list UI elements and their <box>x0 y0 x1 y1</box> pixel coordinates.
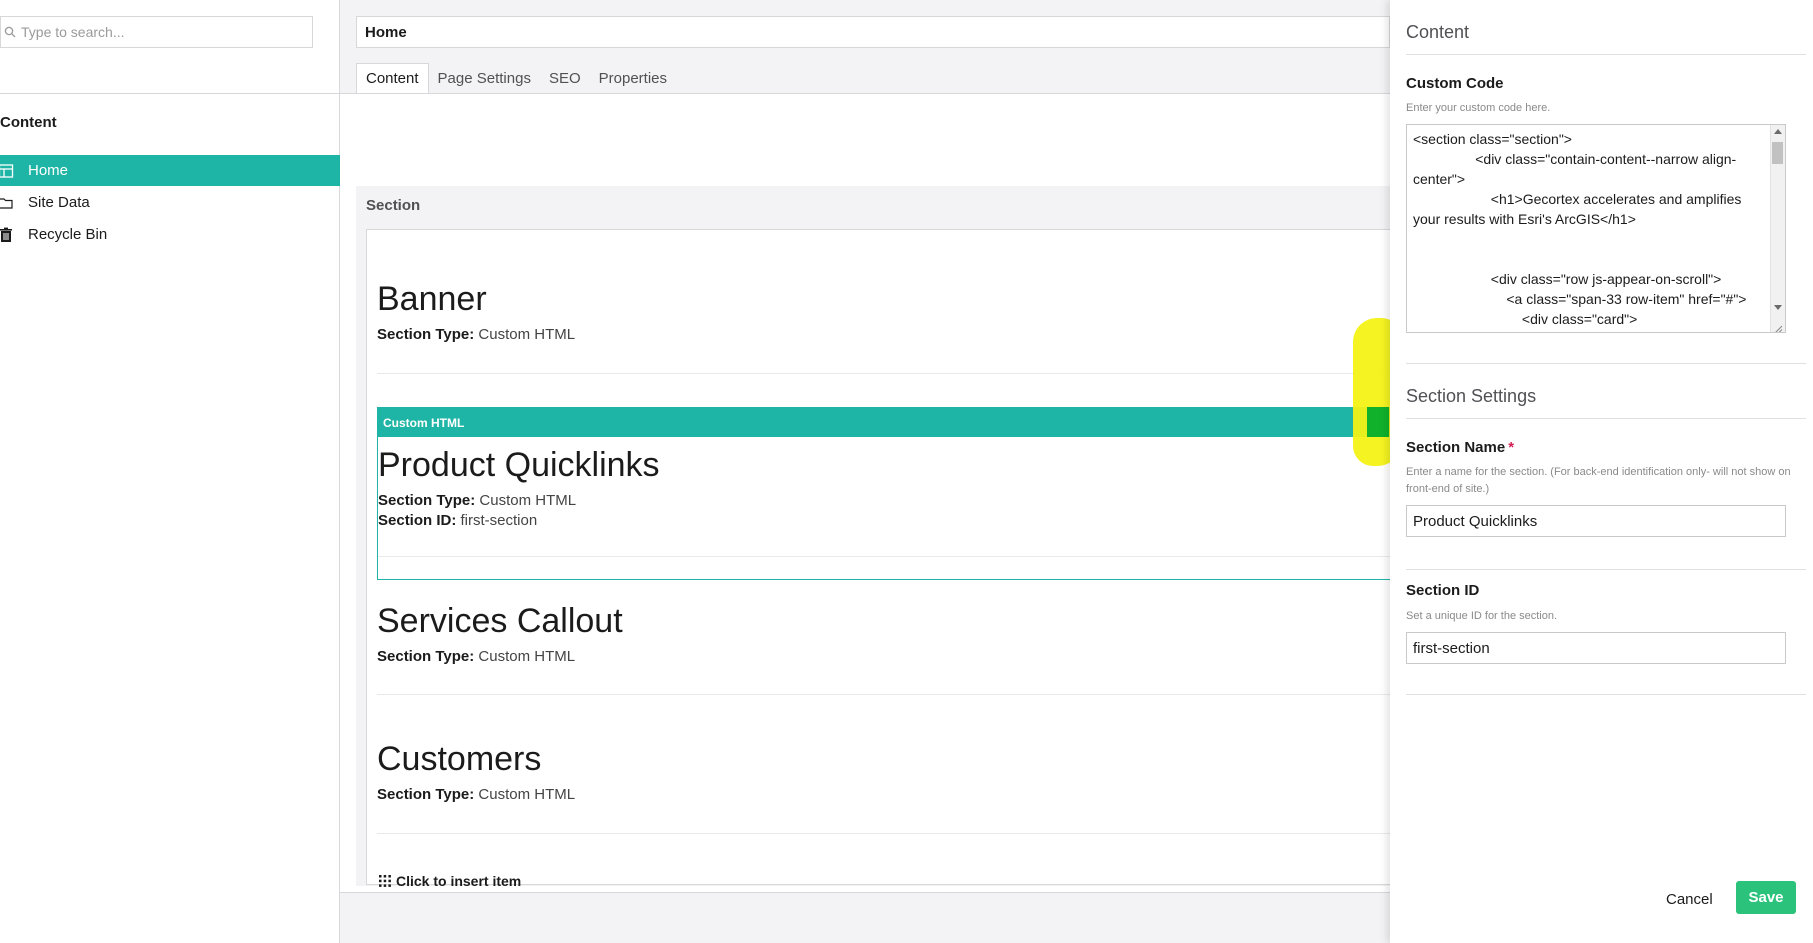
insert-item-link[interactable]: Click to insert item <box>379 873 521 889</box>
meta-label: Section Type: <box>377 786 475 803</box>
scroll-up-arrow-icon[interactable] <box>1774 129 1782 134</box>
meta-value: Custom HTML <box>478 648 576 665</box>
section-name-input[interactable] <box>1407 506 1785 536</box>
block-meta: Section Type: Custom HTML <box>377 647 1391 667</box>
overlay-divider <box>1406 363 1806 364</box>
block-meta: Section Type: Custom HTML Section ID: fi… <box>378 491 1392 531</box>
grid-icon <box>379 875 391 887</box>
section-name-field[interactable] <box>1406 505 1786 537</box>
block-meta: Section Type: Custom HTML <box>377 785 1391 805</box>
section-id-description: Set a unique ID for the section. <box>1406 610 1558 622</box>
section-name-description: Enter a name for the section. (For back-… <box>1406 466 1791 495</box>
block-type-bar: Custom HTML <box>378 408 1390 437</box>
section-property-label: Section <box>366 197 421 214</box>
meta-label: Section ID: <box>378 512 457 529</box>
section-id-field[interactable] <box>1406 632 1786 664</box>
meta-label: Section Type: <box>377 648 475 665</box>
content-grid-icon <box>0 163 14 179</box>
editor-header: Content Page Settings SEO Properties <box>340 0 1390 94</box>
section-name-label-text: Section Name <box>1406 439 1506 456</box>
block-separator <box>378 556 1390 557</box>
content-editor: Content Page Settings SEO Properties Sec… <box>340 0 1391 943</box>
node-name-field[interactable] <box>356 16 1390 48</box>
tree-item-recycle-bin[interactable]: Recycle Bin <box>0 219 340 250</box>
required-marker: * <box>1508 439 1515 456</box>
meta-label: Section Type: <box>378 492 476 509</box>
tab-seo[interactable]: SEO <box>540 63 590 94</box>
folder-icon <box>0 195 14 211</box>
highlighter-overlap <box>1367 407 1389 437</box>
meta-value: first-section <box>460 512 538 529</box>
section-blocks-list: Banner Section Type: Custom HTML Custom … <box>366 229 1391 889</box>
tree-search-box[interactable] <box>0 16 313 48</box>
meta-label: Section Type: <box>377 326 475 343</box>
block-separator <box>377 694 1391 695</box>
block-title: Banner <box>377 280 487 318</box>
custom-code-label: Custom Code <box>1406 75 1504 92</box>
tree-divider <box>0 93 340 94</box>
section-name-label: Section Name * <box>1406 439 1514 456</box>
overlay-divider <box>1406 569 1806 570</box>
section-id-input[interactable] <box>1407 633 1785 663</box>
block-title: Product Quicklinks <box>378 446 660 484</box>
block-editor-overlay: Content Custom Code Enter your custom co… <box>1390 0 1813 943</box>
block-separator <box>377 373 1391 374</box>
custom-code-value[interactable]: <section class="section"> <div class="co… <box>1413 129 1765 329</box>
block-banner[interactable]: Banner Section Type: Custom HTML <box>377 280 1391 345</box>
block-content: Product Quicklinks Section Type: Custom … <box>378 446 1392 531</box>
block-title: Customers <box>377 740 542 778</box>
tree-item-site-data[interactable]: Site Data <box>0 187 340 218</box>
block-product-quicklinks[interactable]: Custom HTML Product Quicklinks Section T… <box>377 407 1391 580</box>
tree-search-input[interactable] <box>21 22 306 42</box>
scroll-thumb[interactable] <box>1772 142 1783 164</box>
tree-header: Content <box>0 114 57 131</box>
custom-code-description: Enter your custom code here. <box>1406 102 1551 114</box>
block-title: Services Callout <box>377 602 623 640</box>
node-name-input[interactable] <box>357 17 1389 47</box>
scroll-down-arrow-icon[interactable] <box>1774 305 1782 310</box>
resize-handle-icon[interactable] <box>1774 321 1783 332</box>
block-customers[interactable]: Customers Section Type: Custom HTML <box>377 740 1391 805</box>
custom-code-textarea[interactable]: <section class="section"> <div class="co… <box>1406 124 1786 333</box>
block-meta: Section Type: Custom HTML <box>377 325 1391 345</box>
insert-item-label: Click to insert item <box>396 873 522 889</box>
code-scrollbar[interactable] <box>1770 125 1785 332</box>
overlay-divider <box>1406 54 1806 55</box>
meta-value: Custom HTML <box>478 786 576 803</box>
editor-tabs: Content Page Settings SEO Properties <box>356 63 676 94</box>
overlay-divider <box>1406 418 1806 419</box>
tab-properties[interactable]: Properties <box>590 63 676 94</box>
tree-item-home[interactable]: Home <box>0 155 340 186</box>
tree-item-label: Site Data <box>28 194 90 211</box>
cancel-button[interactable]: Cancel <box>1660 883 1719 915</box>
block-separator <box>377 833 1391 834</box>
tree-item-label: Home <box>28 162 69 179</box>
section-settings-heading: Section Settings <box>1406 386 1537 406</box>
tab-content[interactable]: Content <box>356 63 429 94</box>
trash-icon <box>0 227 14 243</box>
overlay-title: Content <box>1406 22 1470 42</box>
tab-page-settings[interactable]: Page Settings <box>429 63 540 94</box>
save-button[interactable]: Save <box>1736 881 1796 914</box>
search-icon <box>4 25 16 38</box>
editor-footer <box>340 892 1390 943</box>
overlay-divider <box>1406 694 1806 695</box>
meta-value: Custom HTML <box>479 492 577 509</box>
block-services-callout[interactable]: Services Callout Section Type: Custom HT… <box>377 602 1391 667</box>
section-id-label: Section ID <box>1406 582 1480 599</box>
tree-item-label: Recycle Bin <box>28 226 108 243</box>
content-tree-panel: Content Home Site Data Recycle Bin <box>0 0 340 943</box>
meta-value: Custom HTML <box>478 326 576 343</box>
